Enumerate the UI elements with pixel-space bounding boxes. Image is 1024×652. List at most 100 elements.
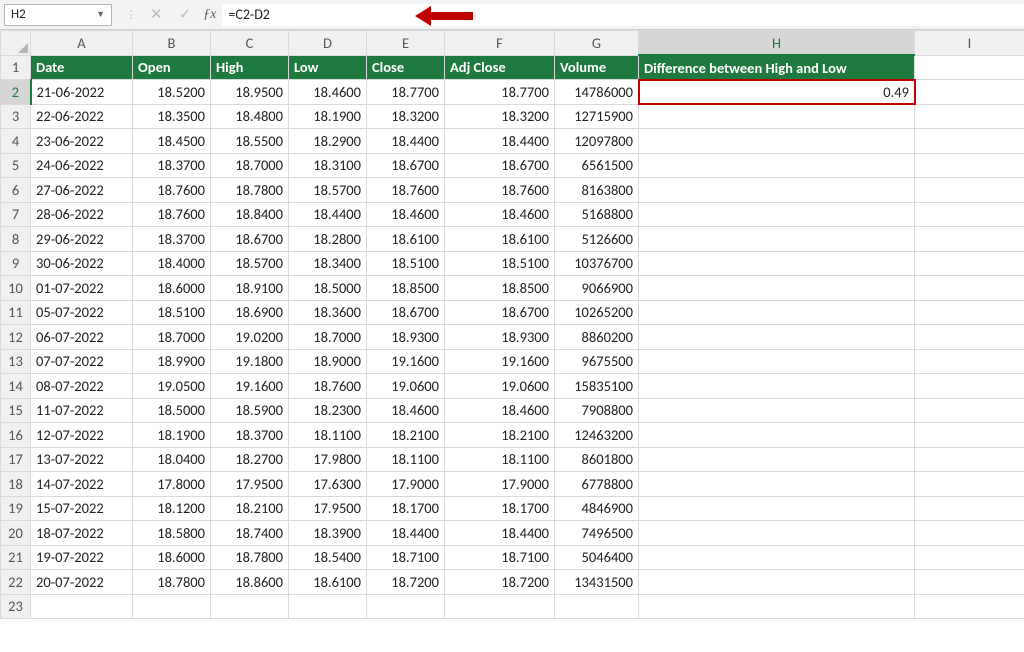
- cell-f[interactable]: 18.9300: [445, 325, 555, 350]
- cell-diff[interactable]: [639, 202, 915, 227]
- cell-diff[interactable]: [639, 227, 915, 252]
- cell-g[interactable]: 14786000: [555, 80, 639, 105]
- row-header-13[interactable]: 13: [1, 349, 31, 374]
- cell-f[interactable]: 18.7200: [445, 570, 555, 595]
- cell-f[interactable]: 18.7700: [445, 80, 555, 105]
- cell-f[interactable]: 18.1700: [445, 496, 555, 521]
- row-header-18[interactable]: 18: [1, 472, 31, 497]
- cell-b[interactable]: 18.7000: [133, 325, 211, 350]
- cell[interactable]: [915, 496, 1024, 521]
- cell-d[interactable]: 17.9500: [289, 496, 367, 521]
- cell[interactable]: [915, 178, 1024, 203]
- cell-d[interactable]: 18.5400: [289, 545, 367, 570]
- cell-date[interactable]: 23-06-2022: [31, 129, 133, 154]
- cell-diff[interactable]: [639, 570, 915, 595]
- column-header-g[interactable]: G: [555, 31, 639, 56]
- cell-g[interactable]: 13431500: [555, 570, 639, 595]
- cell-date[interactable]: 11-07-2022: [31, 398, 133, 423]
- row-header-19[interactable]: 19: [1, 496, 31, 521]
- cell-f[interactable]: 18.4600: [445, 398, 555, 423]
- cell-diff[interactable]: [639, 398, 915, 423]
- cell-g[interactable]: 5126600: [555, 227, 639, 252]
- cell-g[interactable]: 12097800: [555, 129, 639, 154]
- cell-c[interactable]: 18.6700: [211, 227, 289, 252]
- cell-date[interactable]: 28-06-2022: [31, 202, 133, 227]
- cell-b[interactable]: 18.5000: [133, 398, 211, 423]
- cell-f[interactable]: 18.6100: [445, 227, 555, 252]
- cell-c[interactable]: 19.0200: [211, 325, 289, 350]
- cell-date[interactable]: 19-07-2022: [31, 545, 133, 570]
- cell-d[interactable]: 18.9000: [289, 349, 367, 374]
- cell[interactable]: [915, 104, 1024, 129]
- cell-d[interactable]: 18.1900: [289, 104, 367, 129]
- cell-date[interactable]: 24-06-2022: [31, 153, 133, 178]
- name-box-dropdown-icon[interactable]: ▼: [96, 4, 105, 26]
- cell-f[interactable]: 18.1100: [445, 447, 555, 472]
- cell-f[interactable]: 18.2100: [445, 423, 555, 448]
- cell-e[interactable]: 18.9300: [367, 325, 445, 350]
- cell-c[interactable]: 18.7400: [211, 521, 289, 546]
- header-f[interactable]: Adj Close: [445, 55, 555, 80]
- cell-date[interactable]: 15-07-2022: [31, 496, 133, 521]
- cell-g[interactable]: 9066900: [555, 276, 639, 301]
- cell-g[interactable]: 8163800: [555, 178, 639, 203]
- cell-d[interactable]: 17.9800: [289, 447, 367, 472]
- cell-e[interactable]: 18.5100: [367, 251, 445, 276]
- header-c[interactable]: High: [211, 55, 289, 80]
- row-header-22[interactable]: 22: [1, 570, 31, 595]
- cell-f[interactable]: 18.4600: [445, 202, 555, 227]
- cell-f[interactable]: 18.7100: [445, 545, 555, 570]
- cell-e[interactable]: 18.2100: [367, 423, 445, 448]
- cell-b[interactable]: 18.7600: [133, 202, 211, 227]
- cell-e[interactable]: 19.1600: [367, 349, 445, 374]
- cell[interactable]: [915, 349, 1024, 374]
- cell-date[interactable]: 29-06-2022: [31, 227, 133, 252]
- cell-b[interactable]: 18.5200: [133, 80, 211, 105]
- cell-b[interactable]: 18.6000: [133, 276, 211, 301]
- cell-e[interactable]: 18.4400: [367, 521, 445, 546]
- cell-b[interactable]: 18.3500: [133, 104, 211, 129]
- cell-c[interactable]: 18.6900: [211, 300, 289, 325]
- cell-g[interactable]: 10376700: [555, 251, 639, 276]
- cell-diff[interactable]: 0.49: [639, 80, 915, 105]
- cell[interactable]: [915, 570, 1024, 595]
- cell-b[interactable]: 18.0400: [133, 447, 211, 472]
- cell-diff[interactable]: [639, 545, 915, 570]
- cell[interactable]: [555, 594, 639, 619]
- cell-d[interactable]: 18.1100: [289, 423, 367, 448]
- cell-c[interactable]: 18.7800: [211, 178, 289, 203]
- row-header-10[interactable]: 10: [1, 276, 31, 301]
- cell-c[interactable]: 18.9500: [211, 80, 289, 105]
- column-header-d[interactable]: D: [289, 31, 367, 56]
- header-e[interactable]: Close: [367, 55, 445, 80]
- cell-diff[interactable]: [639, 521, 915, 546]
- cell[interactable]: [915, 153, 1024, 178]
- cell[interactable]: [915, 374, 1024, 399]
- cell-e[interactable]: 18.7100: [367, 545, 445, 570]
- row-header-3[interactable]: 3: [1, 104, 31, 129]
- cell-e[interactable]: 18.4400: [367, 129, 445, 154]
- cell-e[interactable]: 17.9000: [367, 472, 445, 497]
- row-header-14[interactable]: 14: [1, 374, 31, 399]
- fx-icon[interactable]: ƒx: [197, 7, 222, 23]
- cell-c[interactable]: 18.5500: [211, 129, 289, 154]
- row-header-12[interactable]: 12: [1, 325, 31, 350]
- cell[interactable]: [445, 594, 555, 619]
- cell-e[interactable]: 18.1700: [367, 496, 445, 521]
- cell-diff[interactable]: [639, 300, 915, 325]
- cell-date[interactable]: 01-07-2022: [31, 276, 133, 301]
- cell-g[interactable]: 8601800: [555, 447, 639, 472]
- cell-e[interactable]: 18.3200: [367, 104, 445, 129]
- cell-f[interactable]: 17.9000: [445, 472, 555, 497]
- cell-b[interactable]: 18.1200: [133, 496, 211, 521]
- cell[interactable]: [915, 423, 1024, 448]
- row-header-23[interactable]: 23: [1, 594, 31, 619]
- cell-g[interactable]: 9675500: [555, 349, 639, 374]
- cell-g[interactable]: 7496500: [555, 521, 639, 546]
- name-box[interactable]: H2 ▼: [4, 4, 112, 26]
- cell-b[interactable]: 18.4000: [133, 251, 211, 276]
- cell-b[interactable]: 18.1900: [133, 423, 211, 448]
- cell-c[interactable]: 17.9500: [211, 472, 289, 497]
- cell-g[interactable]: 6561500: [555, 153, 639, 178]
- cell-f[interactable]: 19.0600: [445, 374, 555, 399]
